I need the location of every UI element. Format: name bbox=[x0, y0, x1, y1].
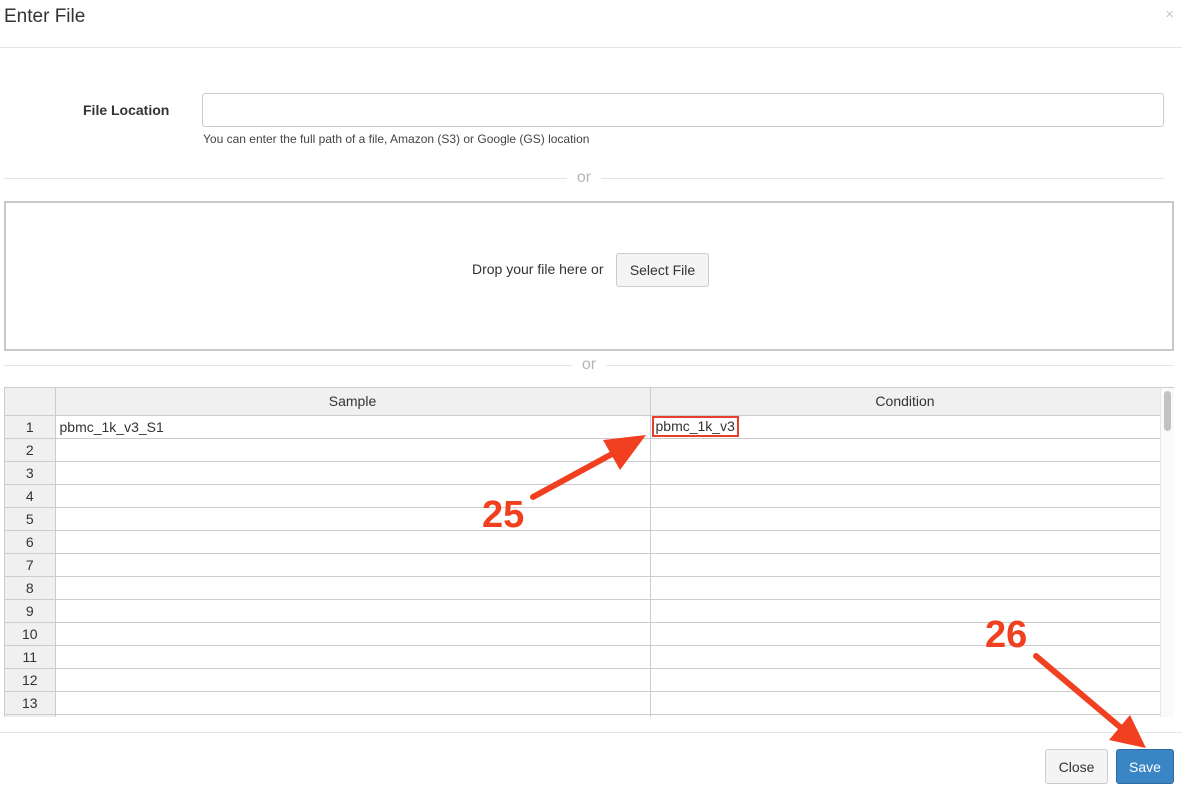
row-number[interactable]: 5 bbox=[5, 507, 56, 531]
condition-cell[interactable] bbox=[650, 668, 1161, 692]
sample-cell[interactable] bbox=[55, 438, 651, 462]
save-button[interactable]: Save bbox=[1116, 749, 1174, 784]
condition-cell[interactable] bbox=[650, 553, 1161, 577]
or-text: or bbox=[566, 169, 602, 186]
sample-cell[interactable] bbox=[55, 599, 651, 623]
condition-cell[interactable] bbox=[650, 714, 1161, 717]
row-number[interactable]: 12 bbox=[5, 668, 56, 692]
condition-cell[interactable] bbox=[650, 484, 1161, 508]
condition-cell[interactable] bbox=[650, 461, 1161, 485]
sample-table: Sample Condition 1 pbmc_1k_v3_S1 pbmc_1k… bbox=[5, 388, 1161, 717]
sample-cell[interactable] bbox=[55, 576, 651, 600]
modal-footer: Close Save bbox=[0, 732, 1182, 790]
sample-cell[interactable] bbox=[55, 507, 651, 531]
sample-cell[interactable] bbox=[55, 691, 651, 715]
sample-cell[interactable] bbox=[55, 622, 651, 646]
condition-cell[interactable] bbox=[650, 599, 1161, 623]
dialog-title: Enter File bbox=[4, 6, 86, 27]
table-row: 2 bbox=[5, 438, 1161, 462]
row-number[interactable]: 9 bbox=[5, 599, 56, 623]
condition-cell[interactable] bbox=[650, 530, 1161, 554]
condition-cell[interactable] bbox=[650, 622, 1161, 646]
condition-cell[interactable] bbox=[650, 438, 1161, 462]
table-row: 4 bbox=[5, 484, 1161, 508]
scrollbar-thumb[interactable] bbox=[1164, 391, 1171, 431]
sample-cell[interactable]: pbmc_1k_v3_S1 bbox=[55, 415, 651, 439]
column-header-condition[interactable]: Condition bbox=[650, 388, 1161, 416]
sample-cell[interactable] bbox=[55, 714, 651, 717]
row-number[interactable]: 6 bbox=[5, 530, 56, 554]
table-row bbox=[5, 714, 1161, 717]
annotation-step-25: 25 bbox=[482, 494, 525, 536]
or-text: or bbox=[571, 356, 607, 373]
table-header-row: Sample Condition bbox=[5, 388, 1161, 416]
sample-cell[interactable] bbox=[55, 484, 651, 508]
dropzone-text: Drop your file here or bbox=[472, 261, 604, 277]
or-separator-2: or bbox=[4, 355, 1174, 375]
file-dropzone[interactable]: Drop your file here or Select File bbox=[4, 201, 1174, 351]
row-number[interactable]: 3 bbox=[5, 461, 56, 485]
condition-cell[interactable] bbox=[650, 576, 1161, 600]
close-button[interactable]: Close bbox=[1045, 749, 1108, 784]
table-row: 13 bbox=[5, 691, 1161, 715]
annotation-step-26: 26 bbox=[985, 614, 1028, 656]
sample-cell[interactable] bbox=[55, 668, 651, 692]
table-row: 7 bbox=[5, 553, 1161, 577]
file-location-help: You can enter the full path of a file, A… bbox=[203, 132, 590, 146]
condition-cell-selected[interactable]: pbmc_1k_v3 bbox=[650, 415, 1161, 439]
sample-cell[interactable] bbox=[55, 553, 651, 577]
sample-cell[interactable] bbox=[55, 645, 651, 669]
table-row: 6 bbox=[5, 530, 1161, 554]
select-file-button[interactable]: Select File bbox=[616, 253, 709, 287]
row-number[interactable]: 4 bbox=[5, 484, 56, 508]
sample-grid: Sample Condition 1 pbmc_1k_v3_S1 pbmc_1k… bbox=[4, 387, 1174, 717]
condition-cell[interactable] bbox=[650, 507, 1161, 531]
table-row: 5 bbox=[5, 507, 1161, 531]
table-row: 3 bbox=[5, 461, 1161, 485]
table-row: 8 bbox=[5, 576, 1161, 600]
condition-cell[interactable] bbox=[650, 691, 1161, 715]
modal-header: Enter File × bbox=[0, 0, 1182, 48]
sample-cell[interactable] bbox=[55, 530, 651, 554]
row-number[interactable]: 2 bbox=[5, 438, 56, 462]
file-location-input[interactable] bbox=[202, 93, 1164, 127]
table-row: 12 bbox=[5, 668, 1161, 692]
or-separator-1: or bbox=[4, 168, 1164, 188]
row-number[interactable]: 8 bbox=[5, 576, 56, 600]
row-number[interactable]: 11 bbox=[5, 645, 56, 669]
grid-scrollbar[interactable] bbox=[1160, 388, 1174, 717]
row-number[interactable]: 13 bbox=[5, 691, 56, 715]
close-icon[interactable]: × bbox=[1165, 6, 1174, 23]
row-number[interactable]: 1 bbox=[5, 415, 56, 439]
table-row: 1 pbmc_1k_v3_S1 pbmc_1k_v3 bbox=[5, 415, 1161, 439]
row-number[interactable]: 7 bbox=[5, 553, 56, 577]
row-number[interactable] bbox=[5, 714, 56, 717]
file-location-label: File Location bbox=[83, 102, 170, 118]
sample-cell[interactable] bbox=[55, 461, 651, 485]
column-header-sample[interactable]: Sample bbox=[55, 388, 651, 416]
row-number[interactable]: 10 bbox=[5, 622, 56, 646]
condition-cell[interactable] bbox=[650, 645, 1161, 669]
corner-header bbox=[5, 388, 56, 416]
condition-cell-value: pbmc_1k_v3 bbox=[651, 416, 739, 437]
